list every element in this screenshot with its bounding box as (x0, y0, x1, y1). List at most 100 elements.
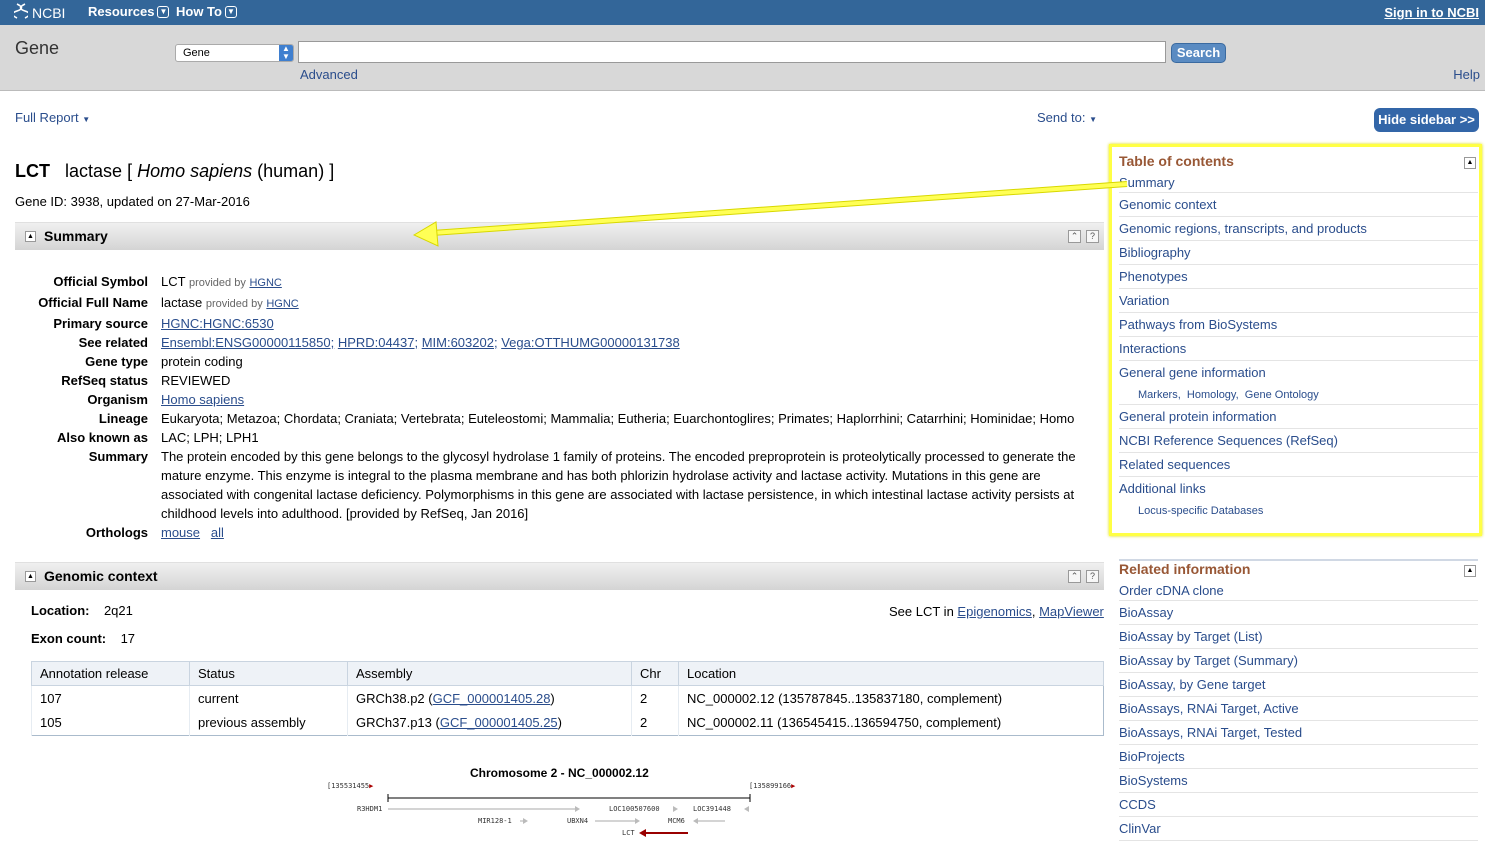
field-label: Official Symbol (53, 274, 148, 289)
gene-arrowhead (635, 818, 640, 824)
gene-label[interactable]: R3HDM1 (357, 805, 382, 813)
mim-link[interactable]: MIM:603202; (422, 335, 498, 350)
column-header: Chr (631, 661, 679, 686)
gene-track-svg (387, 794, 751, 837)
summary-details: Official Symbol LCT provided by HGNC Offi… (15, 272, 1105, 542)
genomic-context-section-header[interactable]: ▲ Genomic context ⌃ ? (15, 562, 1104, 590)
provided-by: provided by (188, 277, 246, 289)
related-item[interactable]: BioAssays, RNAi Target, Tested (1119, 721, 1478, 745)
help-link[interactable]: Help (1453, 67, 1480, 82)
field-label: Summary (88, 449, 148, 464)
field-label: Also known as (56, 430, 148, 445)
assembly-link[interactable]: GCF_000001405.25 (440, 715, 558, 730)
resources-menu[interactable]: Resources ▼ (88, 4, 170, 19)
scroll-up-icon[interactable]: ⌃ (1068, 570, 1081, 583)
help-icon[interactable]: ? (1086, 230, 1099, 243)
hide-sidebar-button[interactable]: Hide sidebar >> (1374, 108, 1479, 132)
gene-arrowhead (523, 818, 528, 824)
related-item[interactable]: BioProjects (1119, 745, 1478, 769)
summary-section-header[interactable]: ▲ Summary ⌃ ? (15, 222, 1104, 250)
field-label: Organism (87, 392, 148, 407)
collapse-icon[interactable]: ▲ (25, 571, 36, 582)
ncbi-helix-icon (11, 3, 31, 22)
gene-label[interactable]: UBXN4 (567, 817, 588, 825)
field-label: RefSeq status (61, 373, 148, 388)
hgnc-link[interactable]: HGNC (266, 298, 298, 310)
table-cell: 2 (631, 710, 679, 736)
assembly-name: GRCh37.p13 (356, 715, 432, 731)
field-label: Gene type (85, 354, 148, 369)
column-header: Status (189, 661, 348, 686)
orthologs-mouse-link[interactable]: mouse (161, 525, 200, 540)
mapviewer-link[interactable]: MapViewer (1039, 604, 1104, 619)
related-item[interactable]: CCDS (1119, 793, 1478, 817)
related-item[interactable]: BioAssay by Target (List) (1119, 625, 1478, 649)
related-item[interactable]: BioSystems (1119, 769, 1478, 793)
primary-source-link[interactable]: HGNC:HGNC:6530 (161, 316, 274, 331)
select-arrows-icon: ▲ ▼ (279, 45, 293, 61)
page-title: LCT lactase [ Homo sapiens (human) ] (15, 161, 335, 181)
gene-label[interactable]: MCM6 (668, 817, 685, 825)
table-cell: NC_000002.12 (135787845..135837180, comp… (678, 685, 1104, 711)
gene-label[interactable]: LOC100507600 (609, 805, 660, 813)
column-header: Location (678, 661, 1104, 686)
database-select[interactable]: Gene ▲ ▼ (175, 44, 294, 62)
search-button[interactable]: Search (1171, 43, 1226, 63)
related-item[interactable]: BioAssays, RNAi Target, Active (1119, 697, 1478, 721)
hprd-link[interactable]: HPRD:04437; (338, 335, 418, 350)
field-label: Primary source (53, 316, 148, 331)
hgnc-link[interactable]: HGNC (249, 277, 281, 289)
table-cell: 2 (631, 685, 679, 711)
scroll-up-icon[interactable]: ⌃ (1068, 230, 1081, 243)
epigenomics-link[interactable]: Epigenomics (957, 604, 1031, 619)
table-row: 105 previous assembly GRCh37.p13 (GCF_00… (31, 710, 1104, 736)
toc-highlight-box (1109, 144, 1482, 536)
send-to-menu[interactable]: Send to: ▼ (1037, 110, 1097, 125)
orthologs-all-link[interactable]: all (211, 525, 224, 540)
full-report-menu[interactable]: Full Report ▼ (15, 110, 90, 125)
ncbi-top-bar: NCBI Resources ▼ How To ▼ Sign in to NCB… (0, 0, 1485, 25)
search-input[interactable] (298, 41, 1166, 63)
ensembl-link[interactable]: Ensembl:ENSG00000115850; (161, 335, 334, 350)
table-cell: current (189, 685, 348, 711)
assembly-link[interactable]: GCF_000001405.28 (433, 691, 551, 706)
related-item[interactable]: ClinVar (1119, 817, 1478, 841)
advanced-search-link[interactable]: Advanced (300, 67, 358, 82)
organism-link[interactable]: Homo sapiens (161, 392, 244, 407)
related-item[interactable]: BioAssay by Target (Summary) (1119, 649, 1478, 673)
sign-in-link[interactable]: Sign in to NCBI (1384, 5, 1479, 20)
see-lct-in: See LCT in Epigenomics, MapViewer (889, 604, 1104, 619)
genomic-context-title: Genomic context (44, 568, 158, 584)
provided-by: provided by (205, 298, 263, 310)
gene-arrowhead (744, 806, 749, 812)
chevron-down-icon: ▼ (224, 5, 237, 18)
exon-count-label: Exon count: (31, 631, 107, 646)
gene-arrowhead (575, 806, 580, 812)
ncbi-logo[interactable]: NCBI (11, 3, 66, 22)
database-name: Gene (15, 38, 60, 58)
gene-arrowhead (693, 818, 698, 824)
chromosome-graphic[interactable]: Chromosome 2 - NC_000002.12 [135531455▶ … (320, 762, 820, 850)
column-header: Annotation release (31, 661, 190, 686)
related-item[interactable]: BioAssay, by Gene target (1119, 673, 1478, 697)
dropdown-caret-icon: ▼ (82, 115, 91, 124)
gene-label[interactable]: LCT (622, 829, 635, 837)
also-known-as: LAC; LPH; LPH1 (161, 430, 259, 445)
related-item[interactable]: BioAssay (1119, 601, 1478, 625)
vega-link[interactable]: Vega:OTTHUMG00000131738 (501, 335, 680, 350)
ncbi-logo-text: NCBI (32, 4, 66, 21)
gene-label[interactable]: MIR128-1 (478, 817, 512, 825)
location-line: Location: 2q21 (31, 603, 133, 618)
organism-name: Homo sapiens (137, 161, 253, 181)
help-icon[interactable]: ? (1086, 570, 1099, 583)
gene-label[interactable]: LOC391448 (693, 805, 731, 813)
column-header: Assembly (347, 661, 632, 686)
refseq-status: REVIEWED (161, 373, 231, 388)
official-symbol: LCT (161, 274, 186, 289)
howto-menu[interactable]: How To ▼ (176, 4, 237, 19)
collapse-icon[interactable]: ▲ (25, 231, 36, 242)
exon-count-line: Exon count: 17 (31, 631, 135, 646)
collapse-icon[interactable]: ▲ (1464, 565, 1476, 577)
location-value: 2q21 (103, 603, 133, 618)
related-item[interactable]: Order cDNA clone (1119, 581, 1478, 601)
